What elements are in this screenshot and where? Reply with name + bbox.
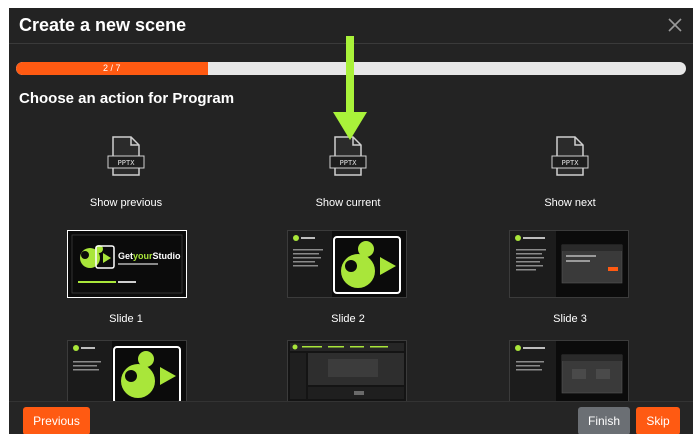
section-title: Choose an action for Program <box>19 90 235 107</box>
finish-button[interactable]: Finish <box>578 407 630 434</box>
slide-card-2[interactable]: Slide 2 <box>253 230 443 325</box>
action-label: Show current <box>315 197 381 209</box>
slide-label: Slide 1 <box>109 313 143 325</box>
action-show-next[interactable]: PPTX Show next <box>475 128 665 218</box>
action-show-previous[interactable]: PPTX Show previous <box>31 128 221 218</box>
action-label: Show next <box>544 197 596 209</box>
close-icon[interactable] <box>665 14 685 36</box>
pptx-file-icon: PPTX <box>549 134 591 178</box>
dialog-footer: Previous Finish Skip <box>9 401 693 434</box>
slide-6-thumbnail <box>509 340 629 402</box>
progress-label: 2 / 7 <box>103 63 121 73</box>
svg-text:PPTX: PPTX <box>340 159 358 167</box>
create-scene-dialog: Create a new scene 2 / 7 Choose an actio… <box>9 8 693 434</box>
slide-card-6[interactable] <box>475 340 665 402</box>
svg-text:GetyourStudio: GetyourStudio <box>118 251 181 261</box>
slide-label: Slide 2 <box>331 313 365 325</box>
slide-1-thumbnail: GetyourStudio <box>67 230 187 298</box>
highlight-arrow-icon <box>331 36 369 142</box>
svg-text:PPTX: PPTX <box>562 159 580 167</box>
slide-3-thumbnail <box>509 230 629 298</box>
slide-5-thumbnail <box>287 340 407 402</box>
pptx-file-icon: PPTX <box>105 134 147 178</box>
slide-card-3[interactable]: Slide 3 <box>475 230 665 325</box>
skip-button[interactable]: Skip <box>636 407 680 434</box>
action-label: Show previous <box>89 197 163 209</box>
slide-2-thumbnail <box>287 230 407 298</box>
previous-button[interactable]: Previous <box>23 407 90 434</box>
slide-4-thumbnail <box>67 340 187 402</box>
slide-label: Slide 3 <box>553 313 587 325</box>
slide-card-1[interactable]: GetyourStudio Slide 1 <box>31 230 221 325</box>
svg-text:PPTX: PPTX <box>118 159 136 167</box>
slide-card-5[interactable] <box>253 340 443 402</box>
slide-card-4[interactable] <box>31 340 221 402</box>
dialog-title: Create a new scene <box>19 15 187 35</box>
